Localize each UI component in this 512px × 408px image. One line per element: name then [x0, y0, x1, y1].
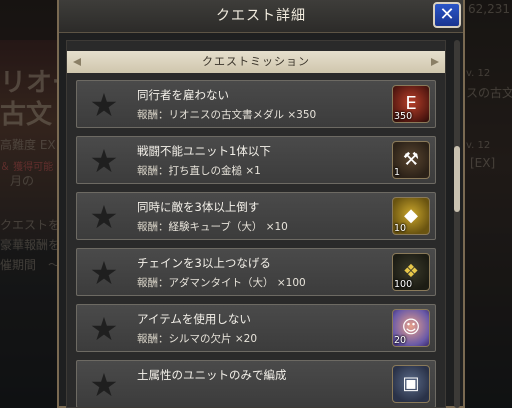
- mission-list[interactable]: クエストミッション ★ 同行者を雇わない 報酬：リオニスの古文書メダル ×350…: [66, 40, 446, 408]
- mission-row: ★ 土属性のユニットのみで編成 ▣: [76, 360, 436, 407]
- reward-text: 打ち直しの金槌 ×1: [168, 165, 261, 177]
- mission-title: 同行者を雇わない: [137, 88, 229, 102]
- reward-text: 経験キューブ（大） ×10: [168, 221, 288, 233]
- section-header-quest-missions: クエストミッション: [67, 51, 445, 73]
- mission-title: 戦闘不能ユニット1体以下: [137, 144, 271, 158]
- reward-qty: 100: [394, 279, 413, 290]
- quest-detail-dialog: クエスト詳細 ✕ クエストミッション ★ 同行者を雇わない 報酬：リオニスの古文…: [57, 0, 465, 408]
- reward-text: アダマンタイト（大） ×100: [168, 277, 306, 289]
- star-icon: ★: [89, 86, 119, 124]
- reward-exp-cube-icon[interactable]: ◆ 10: [392, 197, 430, 235]
- reward-label: 報酬：: [137, 165, 169, 177]
- mission-reward: 報酬：シルマの欠片 ×20: [137, 331, 257, 346]
- reward-book-icon[interactable]: ▣: [392, 365, 430, 403]
- reward-label: 報酬：: [137, 109, 169, 121]
- mission-title: 同時に敵を3体以上倒す: [137, 200, 260, 214]
- mission-row: ★ 戦闘不能ユニット1体以下 報酬：打ち直しの金槌 ×1 ⚒ 1: [76, 136, 436, 184]
- book-icon: ▣: [402, 373, 420, 394]
- reward-label: 報酬：: [137, 221, 169, 233]
- mission-reward: 報酬：リオニスの古文書メダル ×350: [137, 107, 316, 122]
- mission-title: アイテムを使用しない: [137, 312, 251, 326]
- reward-text: シルマの欠片 ×20: [168, 333, 258, 345]
- reward-text: リオニスの古文書メダル ×350: [168, 109, 317, 121]
- mission-row: ★ アイテムを使用しない 報酬：シルマの欠片 ×20 ☺ 20: [76, 304, 436, 352]
- reward-hammer-icon[interactable]: ⚒ 1: [392, 141, 430, 179]
- star-icon: ★: [89, 254, 119, 292]
- reward-qty: 1: [394, 167, 401, 178]
- reward-qty: 20: [394, 335, 407, 346]
- star-icon: ★: [89, 366, 119, 404]
- mission-title: 土属性のユニットのみで編成: [137, 368, 287, 382]
- mission-reward: 報酬：打ち直しの金槌 ×1: [137, 163, 261, 178]
- mission-row: ★ 同行者を雇わない 報酬：リオニスの古文書メダル ×350 E 350: [76, 80, 436, 128]
- reward-qty: 10: [394, 223, 407, 234]
- dialog-title: クエスト詳細: [59, 0, 463, 33]
- reward-label: 報酬：: [137, 277, 169, 289]
- reward-medal-icon[interactable]: E 350: [392, 85, 430, 123]
- mission-reward: 報酬：経験キューブ（大） ×10: [137, 219, 288, 234]
- mission-row: ★ 同時に敵を3体以上倒す 報酬：経験キューブ（大） ×10 ◆ 10: [76, 192, 436, 240]
- star-icon: ★: [89, 310, 119, 348]
- close-button[interactable]: ✕: [433, 2, 461, 28]
- reward-adamantite-icon[interactable]: ❖ 100: [392, 253, 430, 291]
- scrollbar-thumb[interactable]: [454, 146, 460, 212]
- scrollbar[interactable]: [454, 40, 460, 408]
- reward-shard-icon[interactable]: ☺ 20: [392, 309, 430, 347]
- reward-qty: 350: [394, 111, 413, 122]
- star-icon: ★: [89, 142, 119, 180]
- mission-row: ★ チェインを3以上つなげる 報酬：アダマンタイト（大） ×100 ❖ 100: [76, 248, 436, 296]
- mission-reward: 報酬：アダマンタイト（大） ×100: [137, 275, 306, 290]
- reward-label: 報酬：: [137, 333, 169, 345]
- mission-title: チェインを3以上つなげる: [137, 256, 271, 270]
- star-icon: ★: [89, 198, 119, 236]
